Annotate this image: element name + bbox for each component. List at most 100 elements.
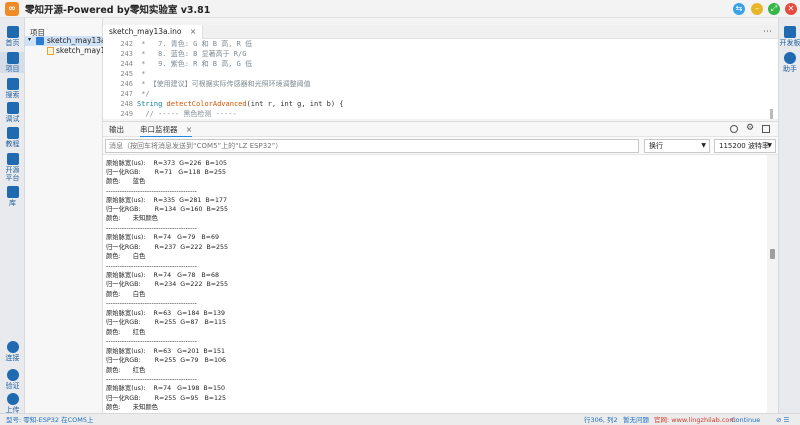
nav-home-label: 首页 <box>5 39 20 47</box>
nav-project[interactable]: 项目 <box>0 52 25 73</box>
code-scrollbar-thumb[interactable] <box>770 109 773 119</box>
output-line: 颜色: 白色 <box>106 253 146 260</box>
output-line: 颜色: 红色 <box>106 367 146 374</box>
output-scrollbar-thumb[interactable] <box>770 249 775 259</box>
nav-home[interactable]: 首页 <box>0 26 25 47</box>
output-line: 原始脉宽(us): R=74 G=198 B=150 <box>106 385 225 392</box>
panel-tab-bar: 输出 串口监视器 × ⚙ <box>103 121 778 138</box>
output-line: ---------------------------------------- <box>106 300 197 307</box>
verify-icon <box>6 369 19 381</box>
upload-icon <box>6 393 19 405</box>
nav-search-label: 搜索 <box>5 91 20 99</box>
output-line: 归一化RGB: R=255 G=87 B=115 <box>106 319 227 326</box>
code-line: 243 * 8. 蓝色: B 显著高于 R/G <box>120 50 247 58</box>
status-board[interactable]: 型号: 零知-ESP32 在COM5上 <box>6 414 94 425</box>
tab-serial-monitor[interactable]: 串口监视器 × <box>140 122 193 138</box>
close-button[interactable]: ✕ <box>785 3 797 15</box>
nav-opensource[interactable]: 开源平台 <box>0 153 25 182</box>
nav-assistant[interactable]: 助手 <box>779 52 800 73</box>
output-line: 原始脉宽(us): R=63 G=184 B=139 <box>106 310 225 317</box>
connect-label: 连接 <box>5 354 20 362</box>
app-logo-icon: ∞ <box>5 1 19 16</box>
output-line: 原始脉宽(us): R=63 G=201 B=151 <box>106 348 225 355</box>
nav-debug[interactable]: 调试 <box>0 102 25 123</box>
status-problems[interactable]: 暂无问题 <box>623 414 649 425</box>
output-line: 归一化RGB: R=71 G=118 B=255 <box>106 169 227 176</box>
output-line: ---------------------------------------- <box>106 376 197 383</box>
nav-library-label: 库 <box>9 199 16 207</box>
output-line: 颜色: 白色 <box>106 291 146 298</box>
nav-opensource-label: 开源平台 <box>5 166 20 182</box>
folder-icon <box>36 37 44 45</box>
status-bar: 型号: 零知-ESP32 在COM5上 行306, 列2 暂无问题 官网: ww… <box>0 413 800 425</box>
output-scrollbar[interactable] <box>767 155 778 413</box>
nav-tutorial-label: 教程 <box>5 140 20 148</box>
left-activity-bar: 首页 项目 搜索 调试 教程 开源平台 库 连接 验证 上传 <box>0 18 25 414</box>
baud-rate-value: 115200 波特率 <box>719 142 769 150</box>
timestamp-toggle-icon[interactable] <box>730 125 738 133</box>
serial-message-input[interactable] <box>105 139 639 153</box>
settings-icon[interactable]: ⚙ <box>746 123 754 133</box>
code-line: 242 * 7. 青色: G 和 B 高, R 低 <box>120 40 253 48</box>
output-line: ---------------------------------------- <box>106 263 197 270</box>
nav-search[interactable]: 搜索 <box>0 78 25 99</box>
window-title: 零知开源-Powered by零知实验室 v3.81 <box>25 4 211 16</box>
code-line: 246 * 【使用建议】可根据实际传感器和光照环境调整阈值 <box>120 80 311 88</box>
title-bar: ∞ 零知开源-Powered by零知实验室 v3.81 ⇆ – ⤢ ✕ <box>0 0 800 18</box>
serial-toolbar: 换行 ▼ 115200 波特率 ▼ <box>103 137 778 155</box>
debug-icon <box>6 102 19 114</box>
chevron-down-icon: ▼ <box>767 142 772 149</box>
status-icons[interactable]: ⊘ ☰ <box>776 414 789 425</box>
tab-sketch-ino[interactable]: sketch_may13a.ino × <box>103 25 204 39</box>
nav-library[interactable]: 库 <box>0 186 25 207</box>
nav-project-label: 项目 <box>5 65 20 73</box>
output-line: 原始脉宽(us): R=335 G=281 B=177 <box>106 197 227 204</box>
restore-button[interactable]: ⇆ <box>733 3 745 15</box>
nav-board[interactable]: 开发板 <box>779 26 800 47</box>
tree-folder-label: sketch_may13a <box>47 36 103 45</box>
nav-assistant-label: 助手 <box>783 65 797 73</box>
output-line: 原始脉宽(us): R=373 G=226 B=105 <box>106 160 227 167</box>
output-line: 颜色: 蓝色 <box>106 178 146 185</box>
minimize-button[interactable]: – <box>751 3 763 15</box>
code-editor[interactable]: 242 * 7. 青色: G 和 B 高, R 低 243 * 8. 蓝色: B… <box>103 39 778 119</box>
file-icon <box>47 47 54 55</box>
output-line: ---------------------------------------- <box>106 188 197 195</box>
editor-more-icon[interactable]: ⋯ <box>763 27 772 37</box>
output-line: ---------------------------------------- <box>106 338 197 345</box>
connect-icon <box>6 341 19 353</box>
status-continue[interactable]: Continue <box>731 414 760 425</box>
baud-rate-select[interactable]: 115200 波特率 ▼ <box>714 139 776 153</box>
project-icon <box>6 52 19 64</box>
right-activity-bar: 开发板 助手 <box>778 18 800 413</box>
search-icon <box>6 78 19 90</box>
assistant-icon <box>784 52 796 64</box>
tab-serial-close-icon[interactable]: × <box>186 125 192 134</box>
connect-button[interactable]: 连接 <box>0 341 25 362</box>
tree-file-sketch[interactable]: sketch_may13a <box>25 46 103 56</box>
home-icon <box>6 26 19 38</box>
tab-sketch-label: sketch_may13a.ino <box>109 27 182 36</box>
tab-serial-label: 串口监视器 <box>140 125 178 134</box>
tree-file-label: sketch_may13a <box>56 46 103 55</box>
code-line: 249 // ----- 黑色检测 ----- <box>120 110 237 118</box>
line-ending-select[interactable]: 换行 ▼ <box>644 139 710 153</box>
upload-button[interactable]: 上传 <box>0 393 25 414</box>
tab-close-icon[interactable]: × <box>190 27 196 36</box>
line-ending-value: 换行 <box>649 142 663 150</box>
verify-button[interactable]: 验证 <box>0 369 25 390</box>
maximize-button[interactable]: ⤢ <box>768 3 780 15</box>
code-line: 245 * <box>120 70 146 78</box>
output-line: 原始脉宽(us): R=74 G=79 B=69 <box>106 234 219 241</box>
tree-folder-sketch[interactable]: ▾ sketch_may13a <box>25 36 103 46</box>
app-window: ∞ 零知开源-Powered by零知实验室 v3.81 ⇆ – ⤢ ✕ 首页 … <box>0 0 800 425</box>
output-line: 原始脉宽(us): R=74 G=78 B=68 <box>106 272 219 279</box>
code-line: 244 * 9. 紫色: R 和 B 高, G 低 <box>120 60 253 68</box>
verify-label: 验证 <box>5 382 20 390</box>
status-website-link[interactable]: 官网: www.lingzhilab.com <box>654 414 736 425</box>
clear-output-icon[interactable] <box>762 125 770 133</box>
output-line: 归一化RGB: R=255 G=95 B=125 <box>106 395 227 402</box>
serial-output[interactable]: 原始脉宽(us): R=373 G=226 B=105 归一化RGB: R=71… <box>103 155 767 413</box>
tab-output[interactable]: 输出 <box>109 122 124 138</box>
nav-tutorial[interactable]: 教程 <box>0 127 25 148</box>
